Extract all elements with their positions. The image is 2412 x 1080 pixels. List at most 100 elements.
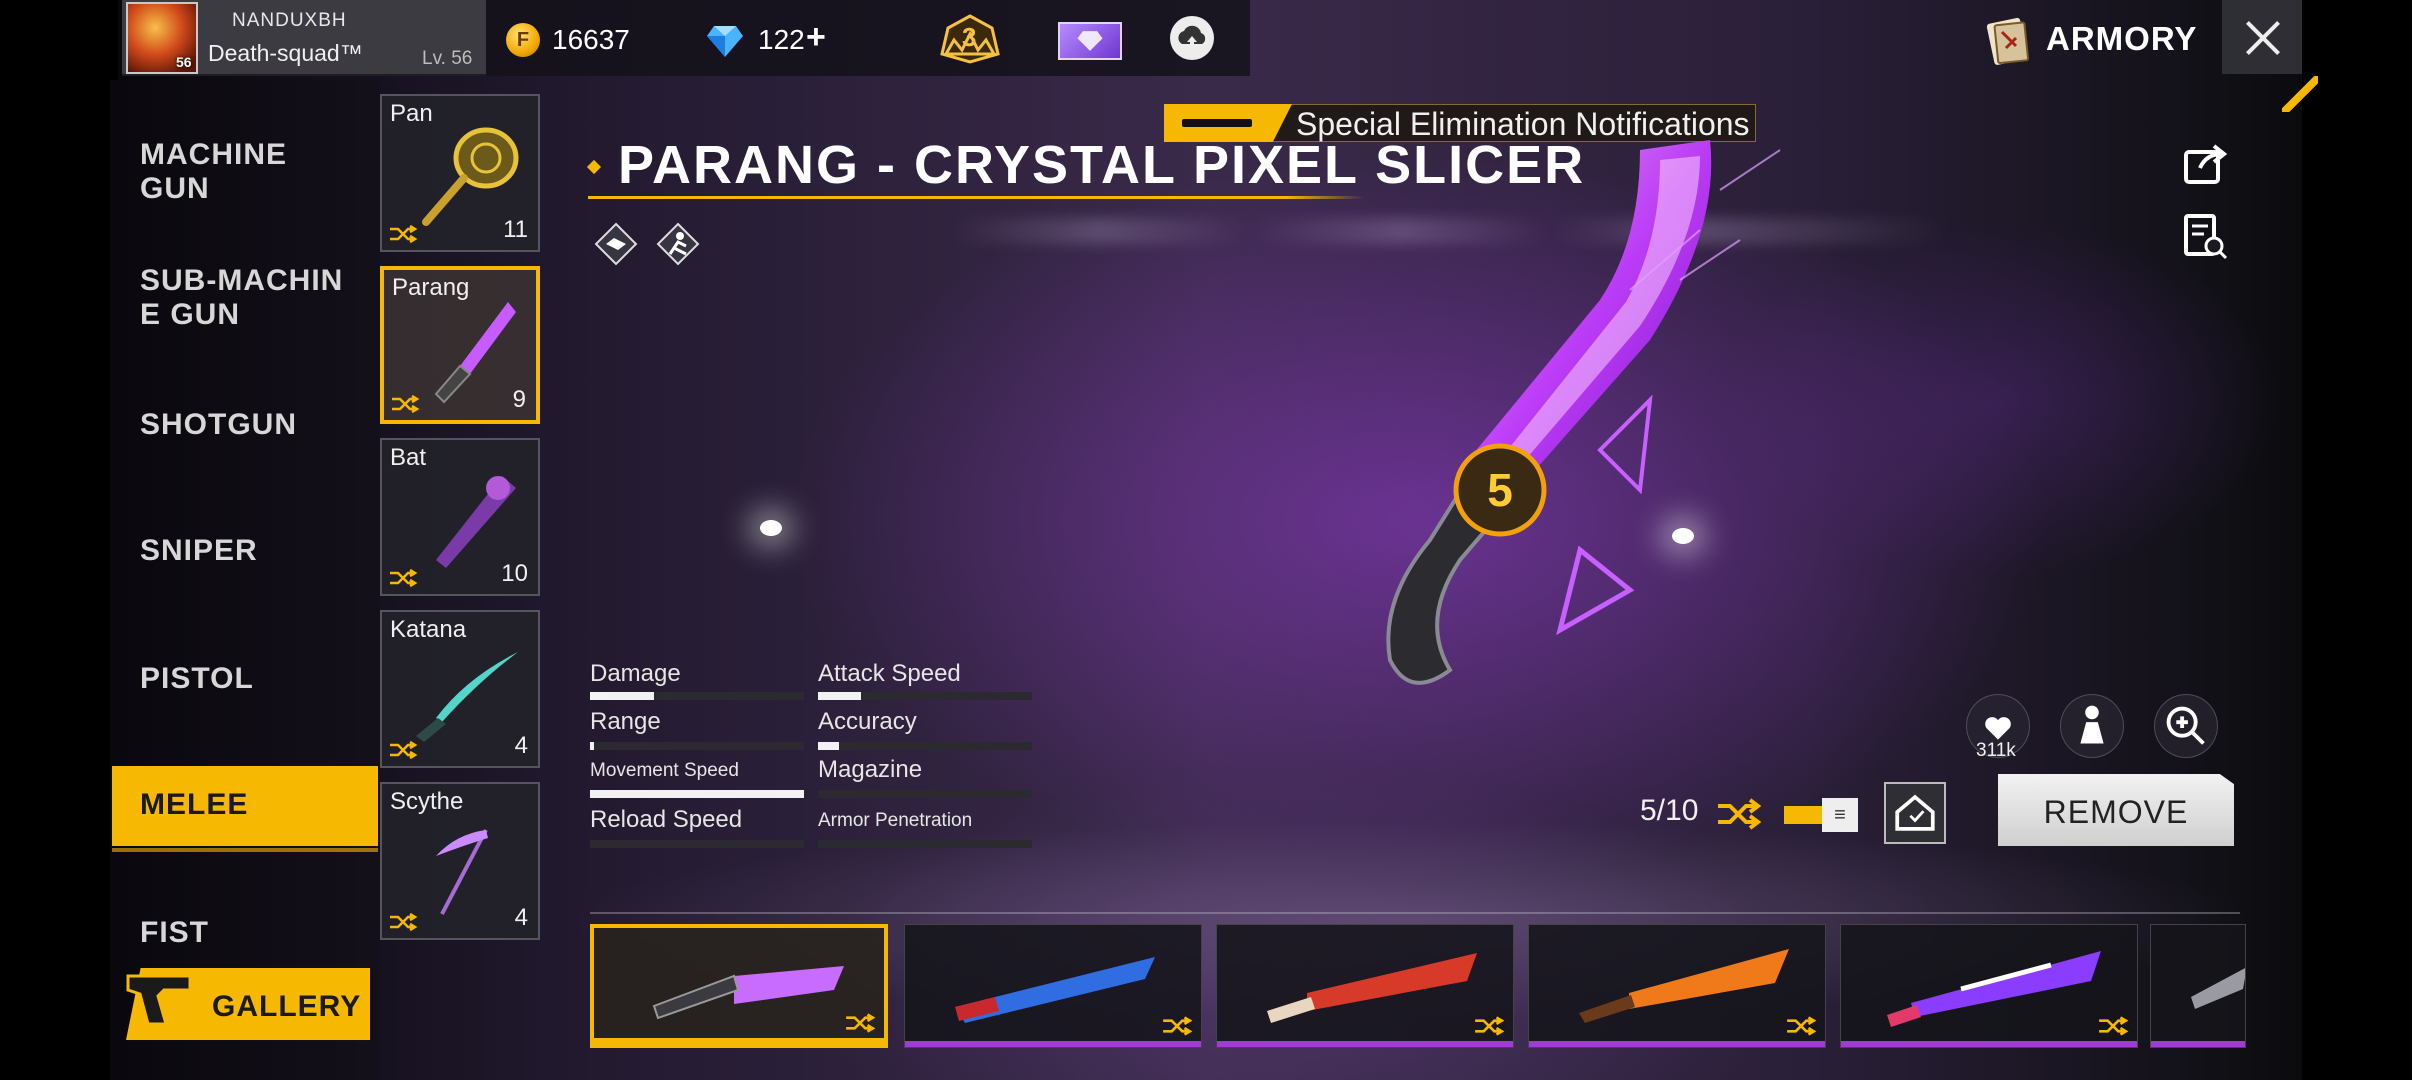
partial-parang-icon <box>2191 968 2245 1009</box>
stat-armor-penetration-label: Armor Penetration <box>818 810 973 831</box>
page-title: ARMORY <box>2046 20 2198 57</box>
stat-accuracy-fill <box>818 742 840 750</box>
armory-book-icon <box>1986 17 2030 65</box>
avatar[interactable]: 56 <box>126 2 198 74</box>
stat-attack-speed-bar <box>818 692 1032 700</box>
scythe-icon <box>436 829 488 915</box>
shuffle-icon <box>390 568 418 588</box>
toggle-track <box>1784 806 1822 824</box>
remove-button[interactable]: REMOVE <box>1998 774 2234 846</box>
chrono-parang-icon <box>1887 951 2101 1027</box>
weapon-card-katana[interactable]: Katana 4 <box>380 610 540 768</box>
shuffle-icon <box>390 740 418 760</box>
skin-underline <box>2151 1041 2245 1047</box>
stat-reload-speed-label: Reload Speed <box>590 806 743 833</box>
shuffle-icon <box>390 912 418 932</box>
remove-label: REMOVE <box>2043 794 2189 830</box>
diamond-vip-icon <box>1077 31 1103 51</box>
screen-edge-left <box>0 0 118 1080</box>
diamond-icon <box>707 26 743 57</box>
stat-accuracy-label: Accuracy <box>818 708 917 735</box>
cloud-upload-glyph <box>1178 25 1206 48</box>
guild-name: Death-squad™ <box>208 40 363 66</box>
stat-reload-speed-bar <box>590 840 804 848</box>
crystal-parang-icon <box>652 966 844 1020</box>
stat-damage-bar <box>590 692 804 700</box>
player-name: NANDUXBH <box>232 10 347 31</box>
stat-armor-penetration-bar <box>818 840 1032 848</box>
stage-light-left <box>760 520 782 536</box>
shuffle-icon <box>846 1013 876 1033</box>
screen-edge-right <box>2302 0 2412 1080</box>
stat-attack-speed-fill <box>818 692 861 700</box>
category-sniper[interactable]: SNIPER <box>140 534 258 568</box>
weapon-count: 9 <box>512 386 526 413</box>
stat-damage-fill <box>590 692 655 700</box>
katana-icon <box>416 652 518 742</box>
skin-underline <box>594 1038 884 1044</box>
gold-coin-icon: F <box>506 23 540 57</box>
parang-crystal-pixel-slicer-model[interactable]: 5 <box>1200 70 1800 770</box>
stat-movement-speed-fill <box>590 790 804 798</box>
toggle-knob: ≡ <box>1822 798 1858 832</box>
category-pistol[interactable]: PISTOL <box>140 662 254 696</box>
skin-card-red[interactable] <box>1216 924 1514 1048</box>
stat-range-label: Range <box>590 708 661 735</box>
skins-divider <box>590 912 2240 914</box>
shuffle-icon <box>2099 1016 2129 1036</box>
shuffle-icon <box>390 224 418 244</box>
skin-underline <box>905 1041 1201 1047</box>
skin-underline <box>1217 1041 1513 1047</box>
weapon-card-pan[interactable]: Pan 11 <box>380 94 540 252</box>
weapon-card-parang[interactable]: Parang 9 <box>380 266 540 424</box>
skin-underline <box>1529 1041 1825 1047</box>
skin-underline <box>1841 1041 2137 1047</box>
stat-magazine-label: Magazine <box>818 756 923 783</box>
corner-accent <box>2282 76 2318 112</box>
shuffle-icon <box>1787 1016 1817 1036</box>
stat-range-bar <box>590 742 804 750</box>
vip-card-icon[interactable] <box>1058 22 1122 60</box>
shuffle-slot-count: 5/10 <box>1640 794 1699 827</box>
gallery-label: GALLERY <box>212 990 362 1023</box>
profile-card[interactable]: 56 NANDUXBH Death-squad™ Lv. 56 <box>122 0 486 76</box>
skin-card-flame[interactable] <box>1528 924 1826 1048</box>
booyah-pass-level: 3 <box>962 22 977 52</box>
pistol-icon <box>126 974 192 1026</box>
skin-card-crystal-pixel-slicer[interactable] <box>590 924 888 1048</box>
stat-attack-speed-label: Attack Speed <box>818 660 961 687</box>
player-level: Lv. 56 <box>422 48 473 69</box>
cloud-sync-icon[interactable] <box>1170 16 1214 60</box>
shuffle-icon <box>392 394 420 414</box>
category-sub-machine-gun[interactable]: SUB-MACHIN E GUN <box>140 264 343 332</box>
gold-amount: 16637 <box>552 24 630 55</box>
topup-plus-button[interactable]: + <box>806 18 826 57</box>
close-button[interactable] <box>2222 0 2302 74</box>
shuffle-toggle[interactable]: ≡ <box>1784 798 1858 832</box>
skin-card-chrono[interactable] <box>1840 924 2138 1048</box>
red-parang-icon <box>1267 953 1477 1023</box>
zoom-button[interactable] <box>2154 694 2218 758</box>
category-melee[interactable]: MELEE <box>112 766 378 852</box>
stat-damage-label: Damage <box>590 660 681 687</box>
category-shotgun[interactable]: SHOTGUN <box>140 408 297 442</box>
category-machine-gun[interactable]: MACHINE GUN <box>140 138 287 206</box>
share-icon[interactable] <box>2180 138 2230 188</box>
skin-card-blue[interactable] <box>904 924 1202 1048</box>
skin-card-partial[interactable] <box>2150 924 2246 1048</box>
weapon-card-bat[interactable]: Bat 10 <box>380 438 540 596</box>
flame-parang-icon <box>1579 949 1789 1023</box>
stat-accuracy-bar <box>818 742 1032 750</box>
character-preview-button[interactable] <box>2060 694 2124 758</box>
category-fist[interactable]: FIST <box>140 916 209 950</box>
shuffle-icon[interactable] <box>1716 798 1764 830</box>
weapon-card-scythe[interactable]: Scythe 4 <box>380 782 540 940</box>
action-tag-icon[interactable] <box>656 222 700 266</box>
weapon-count: 11 <box>503 216 528 243</box>
detail-search-icon[interactable] <box>2180 212 2230 262</box>
effect-tag-icon[interactable] <box>594 222 638 266</box>
parang-icon <box>434 302 516 404</box>
lobby-display-button[interactable] <box>1884 782 1946 844</box>
home-icon <box>1895 794 1935 831</box>
like-count: 311k <box>1976 740 2016 761</box>
